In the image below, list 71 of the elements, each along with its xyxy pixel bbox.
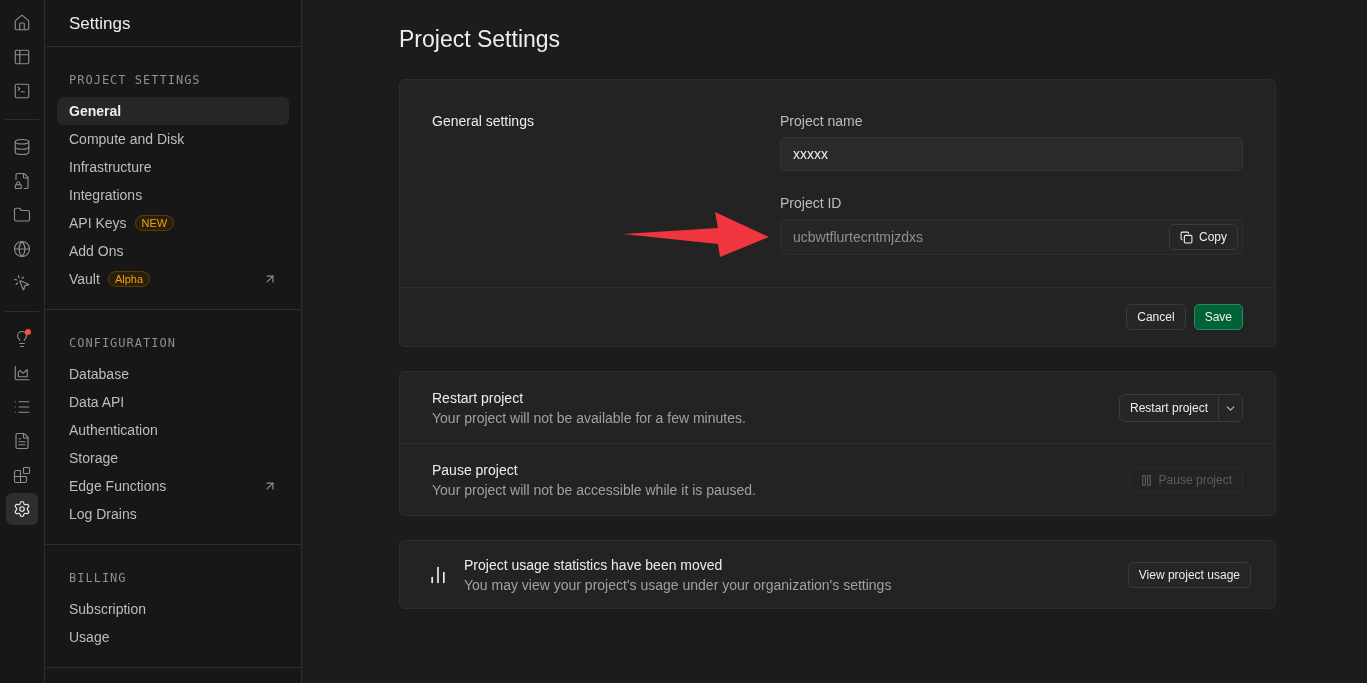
section-heading: BILLING (68, 571, 128, 587)
sidebar-item[interactable]: Log Drains (57, 500, 289, 528)
sidebar-title: Settings (45, 0, 301, 47)
sidebar-item[interactable]: Storage (57, 444, 289, 472)
notice-title: Project usage statistics have been moved (464, 557, 723, 573)
view-usage-button[interactable]: View project usage (1127, 562, 1251, 588)
item-label: API Keys (69, 215, 127, 231)
settings-button[interactable] (6, 493, 38, 525)
item-label: Infrastructure (69, 159, 152, 175)
blocks-icon (13, 466, 31, 484)
item-label: General (69, 103, 122, 119)
lock-icon (13, 172, 31, 190)
item-label: Authentication (69, 422, 158, 438)
folder-icon (13, 206, 31, 224)
badge: NEW (134, 215, 175, 231)
restart-split-button[interactable]: Restart project (1118, 394, 1243, 422)
project-name-input[interactable]: xxxxx (780, 137, 1243, 171)
notice-description: You may view your project's usage under your organization's settings (464, 577, 893, 593)
item-label: Integrations (69, 187, 143, 203)
sidebar-item[interactable]: Compute and Disk (57, 125, 289, 153)
pause-icon (1139, 473, 1153, 487)
sidebar-item[interactable]: Subscription (57, 595, 289, 623)
item-label: Edge Functions (69, 478, 167, 494)
card-heading: General settings (432, 113, 534, 129)
globe-icon (13, 240, 31, 258)
save-button[interactable]: Save (1193, 304, 1243, 330)
page-title: Project Settings (399, 26, 562, 53)
sidebar-item[interactable]: Integrations (57, 181, 289, 209)
section-heading: PROJECT SETTINGS (68, 73, 202, 89)
file-icon (13, 432, 31, 450)
field-label: Project ID (780, 195, 843, 211)
sidebar-item[interactable]: Authentication (57, 416, 289, 444)
sidebar-item[interactable]: Infrastructure (57, 153, 289, 181)
item-label: Vault (69, 271, 100, 287)
sidebar-item[interactable]: General (57, 97, 289, 125)
cancel-button[interactable]: Cancel (1126, 304, 1186, 330)
item-label: Log Drains (69, 506, 137, 522)
terminal-icon (13, 82, 31, 100)
item-label: Data API (69, 394, 125, 410)
copy-button[interactable]: Copy (1169, 224, 1238, 250)
list-icon (13, 398, 31, 416)
item-label: Compute and Disk (69, 131, 185, 147)
item-label: Add Ons (69, 243, 124, 259)
sidebar-item[interactable]: Usage (57, 623, 289, 651)
item-label: Usage (69, 629, 110, 645)
sidebar-item[interactable]: Vault Alpha (57, 265, 289, 293)
action-description: Your project will not be accessible while it is paused. (432, 482, 756, 498)
restart-button[interactable]: Restart project (1119, 395, 1218, 421)
bar-chart-icon (428, 565, 448, 585)
chart-icon (13, 364, 31, 382)
sidebar-item[interactable]: Add Ons (57, 237, 289, 265)
item-label: Subscription (69, 601, 147, 617)
copy-icon (1180, 230, 1193, 244)
sidebar-item[interactable]: Database (57, 360, 289, 388)
action-description: Your project will not be available for a few minutes. (432, 410, 746, 426)
database-icon (13, 138, 31, 156)
field-label: Project name (780, 113, 864, 129)
home-icon (13, 14, 31, 32)
sidebar-item[interactable]: API Keys NEW (57, 209, 289, 237)
notification-dot (25, 329, 31, 335)
action-title: Restart project (432, 390, 524, 406)
section-heading: CONFIGURATION (68, 336, 177, 352)
item-label: Database (69, 366, 129, 382)
badge: Alpha (107, 271, 150, 287)
action-title: Pause project (432, 462, 518, 478)
settings-icon (13, 500, 31, 518)
table-icon (13, 48, 31, 66)
sidebar-item[interactable]: Edge Functions (57, 472, 289, 500)
item-label: Storage (69, 450, 119, 466)
pointer-icon (13, 274, 31, 292)
sidebar-item[interactable]: Data API (57, 388, 289, 416)
